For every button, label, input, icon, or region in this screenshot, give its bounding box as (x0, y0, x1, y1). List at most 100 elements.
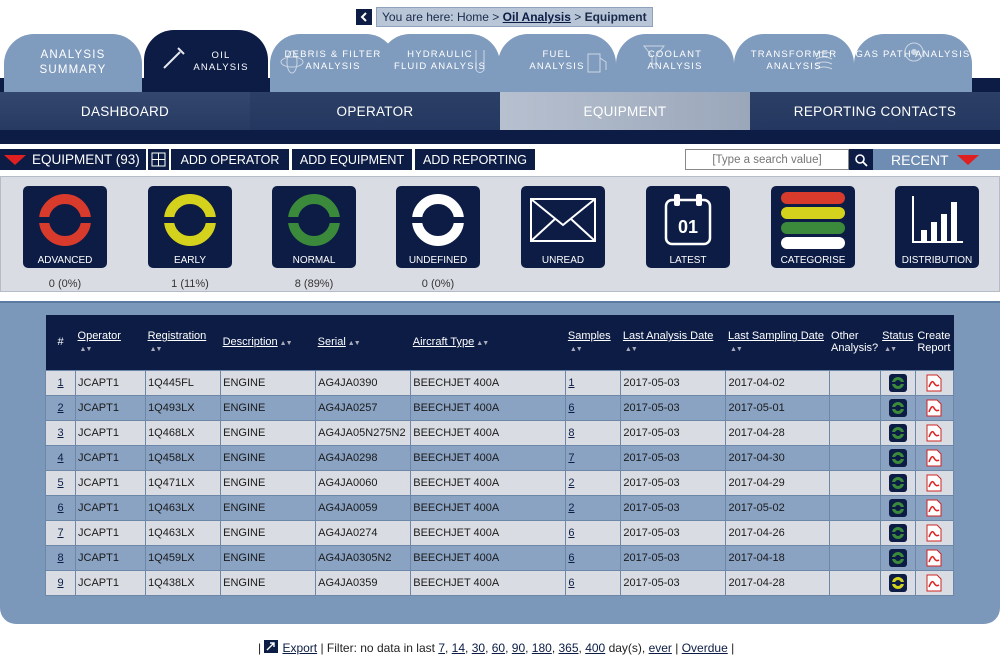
row-number-cell[interactable]: 4 (44, 444, 77, 471)
samples-link[interactable]: 6 (568, 527, 574, 539)
pdf-icon[interactable] (926, 524, 942, 542)
samples-cell[interactable]: 6 (565, 544, 622, 571)
sort-arrows-icon[interactable]: ▲▼ (625, 346, 638, 353)
row-number-link[interactable]: 6 (57, 502, 63, 514)
row-number-cell[interactable]: 8 (44, 544, 77, 571)
sort-arrows-icon[interactable]: ▲▼ (884, 346, 897, 353)
col-header-status[interactable]: Status ▲▼ (880, 315, 916, 370)
filter-overdue-link[interactable]: Overdue (682, 641, 728, 655)
sort-arrows-icon[interactable]: ▲▼ (280, 340, 293, 347)
filter-day-link[interactable]: 365 (559, 641, 579, 655)
table-row[interactable]: 3 JCAPT1 1Q468LX ENGINE AG4JA05N275N2 BEECHJE… (44, 419, 955, 446)
row-number-cell[interactable]: 2 (44, 394, 77, 421)
nav-operator[interactable]: OPERATOR (250, 92, 500, 130)
row-number-cell[interactable]: 6 (44, 494, 77, 521)
pdf-icon[interactable] (926, 449, 942, 467)
tab-hydraulic-fluid-analysis[interactable]: HYDRAULIC FLUID ANALYSIS (380, 34, 500, 92)
row-number-cell[interactable]: 3 (44, 419, 77, 446)
tab-analysis-summary[interactable]: ANALYSIS SUMMARY (4, 34, 142, 92)
filter-day-link[interactable]: 60 (492, 641, 505, 655)
row-number-link[interactable]: 3 (57, 427, 63, 439)
tab-debris-filter-analysis[interactable]: DEBRIS & FILTER ANALYSIS (270, 34, 396, 92)
table-row[interactable]: 6 JCAPT1 1Q463LX ENGINE AG4JA0059 BEECHJET 40… (44, 494, 955, 521)
samples-cell[interactable]: 2 (565, 494, 622, 521)
filter-day-link[interactable]: 90 (512, 641, 525, 655)
samples-cell[interactable]: 6 (565, 394, 622, 421)
breadcrumb-home[interactable]: Home (457, 10, 489, 24)
samples-cell[interactable]: 1 (565, 369, 622, 396)
filter-day-link[interactable]: 30 (472, 641, 485, 655)
table-row[interactable]: 1 JCAPT1 1Q445FL ENGINE AG4JA0390 BEECHJET 40… (44, 369, 955, 396)
export-link[interactable]: Export (282, 641, 317, 655)
col-header-last-sampling-date[interactable]: Last Sampling Date ▲▼ (725, 315, 830, 370)
samples-link[interactable]: 6 (568, 552, 574, 564)
normal-status-icon[interactable] (888, 548, 907, 567)
recent-dropdown-button[interactable]: RECENT (873, 149, 1000, 170)
pdf-icon[interactable] (926, 374, 942, 392)
row-number-link[interactable]: 5 (57, 477, 63, 489)
tab-gas-path-analysis[interactable]: GAS PATH ANALYSIS (854, 34, 972, 92)
tab-coolant-analysis[interactable]: COOLANT ANALYSIS (616, 34, 734, 92)
row-number-link[interactable]: 1 (57, 377, 63, 389)
pdf-icon[interactable] (926, 399, 942, 417)
row-number-cell[interactable]: 7 (44, 519, 77, 546)
samples-cell[interactable]: 8 (565, 419, 622, 446)
col-header-samples[interactable]: Samples ▲▼ (565, 315, 621, 370)
tab-transformer-analysis[interactable]: TRANSFORMER ANALYSIS (734, 34, 854, 92)
status-tile-undefined[interactable]: UNDEFINED (396, 186, 480, 268)
row-number-link[interactable]: 7 (57, 527, 63, 539)
sort-arrows-icon[interactable]: ▲▼ (80, 346, 93, 353)
normal-status-icon[interactable] (888, 523, 907, 542)
add-reporting-button[interactable]: ADD REPORTING (415, 149, 535, 170)
create-report-cell[interactable] (914, 494, 955, 521)
status-tile-normal[interactable]: NORMAL (272, 186, 356, 268)
search-input[interactable] (685, 149, 849, 170)
filter-day-link[interactable]: 180 (532, 641, 552, 655)
status-tile-distribution[interactable]: DISTRIBUTION (895, 186, 979, 268)
search-icon[interactable] (849, 149, 873, 170)
table-row[interactable]: 4 JCAPT1 1Q458LX ENGINE AG4JA0298 BEECHJET 40… (44, 444, 955, 471)
pdf-icon[interactable] (926, 574, 942, 592)
add-operator-button[interactable]: ADD OPERATOR (171, 149, 289, 170)
equipment-dropdown-button[interactable]: EQUIPMENT (93) (0, 149, 146, 170)
filter-day-link[interactable]: 400 (585, 641, 605, 655)
normal-status-icon[interactable] (888, 423, 907, 442)
samples-link[interactable]: 1 (568, 377, 574, 389)
col-header-description[interactable]: Description ▲▼ (220, 315, 316, 370)
table-row[interactable]: 2 JCAPT1 1Q493LX ENGINE AG4JA0257 BEECHJET 40… (44, 394, 955, 421)
table-row[interactable]: 5 JCAPT1 1Q471LX ENGINE AG4JA0060 BEECHJET 40… (44, 469, 955, 496)
table-row[interactable]: 8 JCAPT1 1Q459LX ENGINE AG4JA0305N2 BEECHJET … (44, 544, 955, 571)
col-header-operator[interactable]: Operator ▲▼ (75, 315, 146, 370)
table-row[interactable]: 9 JCAPT1 1Q438LX ENGINE AG4JA0359 BEECHJET 40… (44, 569, 955, 596)
row-number-cell[interactable]: 5 (44, 469, 77, 496)
nav-dashboard[interactable]: DASHBOARD (0, 92, 250, 130)
pdf-icon[interactable] (926, 424, 942, 442)
col-header-last-analysis-date[interactable]: Last Analysis Date ▲▼ (620, 315, 726, 370)
samples-link[interactable]: 6 (568, 402, 574, 414)
status-tile-advanced[interactable]: ADVANCED (23, 186, 107, 268)
status-tile-early[interactable]: EARLY (148, 186, 232, 268)
create-report-cell[interactable] (914, 519, 955, 546)
sort-arrows-icon[interactable]: ▲▼ (476, 340, 489, 347)
filter-day-link[interactable]: 14 (452, 641, 465, 655)
normal-status-icon[interactable] (888, 498, 907, 517)
col-header-registration[interactable]: Registration ▲▼ (145, 315, 221, 370)
row-number-cell[interactable]: 1 (44, 369, 77, 396)
samples-cell[interactable]: 6 (565, 569, 622, 596)
normal-status-icon[interactable] (888, 398, 907, 417)
create-report-cell[interactable] (914, 569, 955, 596)
pdf-icon[interactable] (926, 549, 942, 567)
samples-link[interactable]: 8 (568, 427, 574, 439)
create-report-cell[interactable] (914, 544, 955, 571)
back-arrow-icon[interactable] (356, 9, 372, 25)
row-number-link[interactable]: 2 (57, 402, 63, 414)
normal-status-icon[interactable] (888, 373, 907, 392)
create-report-cell[interactable] (914, 419, 955, 446)
samples-cell[interactable]: 7 (565, 444, 622, 471)
row-number-link[interactable]: 8 (57, 552, 63, 564)
row-number-link[interactable]: 9 (57, 577, 63, 589)
sort-arrows-icon[interactable]: ▲▼ (348, 340, 361, 347)
tab-oil-analysis[interactable]: OIL ANALYSIS (144, 30, 268, 92)
filter-day-link[interactable]: 7 (438, 641, 445, 655)
sort-arrows-icon[interactable]: ▲▼ (150, 346, 163, 353)
